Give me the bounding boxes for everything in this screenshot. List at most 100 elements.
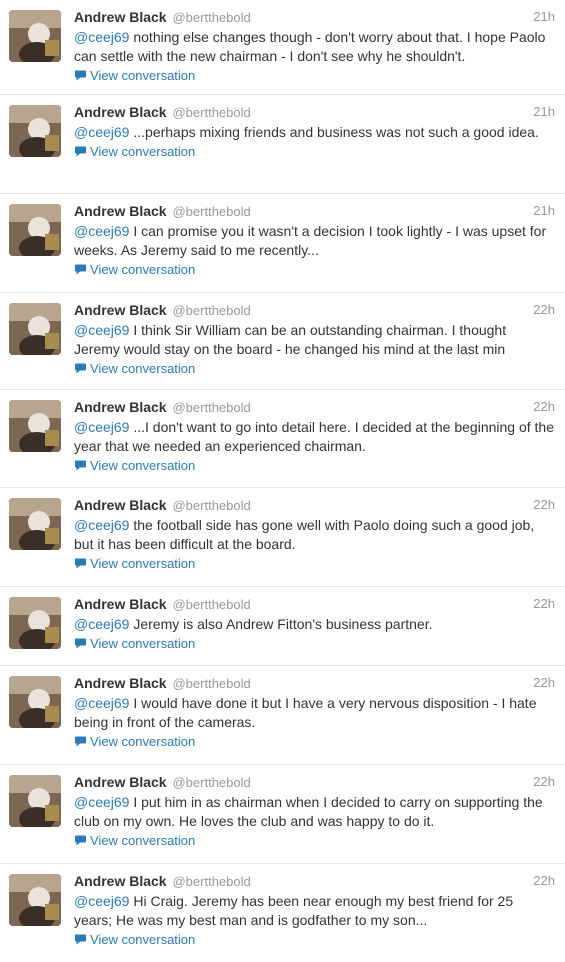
- view-conversation-link[interactable]: View conversation: [74, 733, 555, 751]
- user-name[interactable]: Andrew Black: [74, 497, 167, 513]
- view-conversation-link[interactable]: View conversation: [74, 360, 555, 378]
- user-handle[interactable]: @bertthebold: [172, 874, 250, 889]
- user-handle[interactable]: @bertthebold: [172, 676, 250, 691]
- timestamp[interactable]: 22h: [533, 872, 555, 890]
- tweet-text: @ceej69 the football side has gone well …: [74, 516, 555, 554]
- avatar[interactable]: [9, 105, 61, 157]
- tweet[interactable]: Andrew Black @bertthebold 22h @ceej69 Je…: [0, 587, 565, 666]
- tweet-header: Andrew Black @bertthebold: [74, 872, 555, 891]
- mention-link[interactable]: @ceej69: [74, 517, 129, 533]
- timestamp[interactable]: 21h: [533, 103, 555, 121]
- tweet-text: @ceej69 ...I don't want to go into detai…: [74, 418, 555, 456]
- timestamp[interactable]: 21h: [533, 8, 555, 26]
- view-conversation-link[interactable]: View conversation: [74, 635, 555, 653]
- speech-bubble-icon: [75, 146, 86, 157]
- tweet[interactable]: Andrew Black @bertthebold 21h @ceej69 ..…: [0, 95, 565, 194]
- user-name[interactable]: Andrew Black: [74, 873, 167, 889]
- speech-bubble-icon: [75, 70, 86, 81]
- timestamp[interactable]: 22h: [533, 674, 555, 692]
- tweet-text: @ceej69 ...perhaps mixing friends and bu…: [74, 123, 555, 142]
- timestamp[interactable]: 22h: [533, 301, 555, 319]
- user-handle[interactable]: @bertthebold: [172, 775, 250, 790]
- tweet-body: I would have done it but I have a very n…: [74, 695, 537, 730]
- avatar[interactable]: [9, 676, 61, 728]
- tweet-text: @ceej69 nothing else changes though - do…: [74, 28, 555, 66]
- view-conversation-link[interactable]: View conversation: [74, 555, 555, 573]
- mention-link[interactable]: @ceej69: [74, 322, 129, 338]
- mention-link[interactable]: @ceej69: [74, 794, 129, 810]
- view-conversation-label: View conversation: [90, 636, 196, 651]
- tweet-timeline: Andrew Black @bertthebold 21h @ceej69 no…: [0, 0, 565, 962]
- tweet-header: Andrew Black @bertthebold: [74, 674, 555, 693]
- user-name[interactable]: Andrew Black: [74, 774, 167, 790]
- view-conversation-link[interactable]: View conversation: [74, 143, 555, 161]
- speech-bubble-icon: [75, 736, 86, 747]
- mention-link[interactable]: @ceej69: [74, 419, 129, 435]
- avatar[interactable]: [9, 400, 61, 452]
- view-conversation-label: View conversation: [90, 734, 196, 749]
- user-name[interactable]: Andrew Black: [74, 302, 167, 318]
- tweet-body: I put him in as chairman when I decided …: [74, 794, 543, 829]
- tweet-header: Andrew Black @bertthebold: [74, 103, 555, 122]
- view-conversation-label: View conversation: [90, 144, 196, 159]
- tweet[interactable]: Andrew Black @bertthebold 21h @ceej69 I …: [0, 194, 565, 293]
- tweet-header: Andrew Black @bertthebold: [74, 773, 555, 792]
- timestamp[interactable]: 22h: [533, 496, 555, 514]
- view-conversation-link[interactable]: View conversation: [74, 261, 555, 279]
- user-handle[interactable]: @bertthebold: [172, 10, 250, 25]
- tweet[interactable]: Andrew Black @bertthebold 22h @ceej69 Hi…: [0, 864, 565, 962]
- mention-link[interactable]: @ceej69: [74, 616, 129, 632]
- view-conversation-link[interactable]: View conversation: [74, 832, 555, 850]
- view-conversation-label: View conversation: [90, 262, 196, 277]
- mention-link[interactable]: @ceej69: [74, 695, 129, 711]
- user-handle[interactable]: @bertthebold: [172, 303, 250, 318]
- user-handle[interactable]: @bertthebold: [172, 498, 250, 513]
- user-handle[interactable]: @bertthebold: [172, 400, 250, 415]
- user-name[interactable]: Andrew Black: [74, 596, 167, 612]
- tweet[interactable]: Andrew Black @bertthebold 21h @ceej69 no…: [0, 0, 565, 95]
- view-conversation-label: View conversation: [90, 68, 196, 83]
- user-handle[interactable]: @bertthebold: [172, 204, 250, 219]
- user-name[interactable]: Andrew Black: [74, 675, 167, 691]
- avatar[interactable]: [9, 498, 61, 550]
- tweet-body: ...I don't want to go into detail here. …: [74, 419, 554, 454]
- avatar[interactable]: [9, 775, 61, 827]
- mention-link[interactable]: @ceej69: [74, 124, 129, 140]
- user-name[interactable]: Andrew Black: [74, 203, 167, 219]
- tweet[interactable]: Andrew Black @bertthebold 22h @ceej69 I …: [0, 666, 565, 765]
- tweet[interactable]: Andrew Black @bertthebold 22h @ceej69 th…: [0, 488, 565, 587]
- user-name[interactable]: Andrew Black: [74, 104, 167, 120]
- tweet-header: Andrew Black @bertthebold: [74, 595, 555, 614]
- view-conversation-link[interactable]: View conversation: [74, 457, 555, 475]
- avatar[interactable]: [9, 303, 61, 355]
- view-conversation-label: View conversation: [90, 932, 196, 947]
- tweet[interactable]: Andrew Black @bertthebold 22h @ceej69 I …: [0, 765, 565, 864]
- tweet-text: @ceej69 Jeremy is also Andrew Fitton's b…: [74, 615, 555, 634]
- mention-link[interactable]: @ceej69: [74, 29, 129, 45]
- timestamp[interactable]: 22h: [533, 398, 555, 416]
- timestamp[interactable]: 22h: [533, 773, 555, 791]
- view-conversation-label: View conversation: [90, 458, 196, 473]
- avatar[interactable]: [9, 204, 61, 256]
- tweet-body: Jeremy is also Andrew Fitton's business …: [129, 616, 433, 632]
- tweet-body: I can promise you it wasn't a decision I…: [74, 223, 547, 258]
- user-handle[interactable]: @bertthebold: [172, 597, 250, 612]
- view-conversation-link[interactable]: View conversation: [74, 67, 555, 85]
- mention-link[interactable]: @ceej69: [74, 893, 129, 909]
- tweet-body: the football side has gone well with Pao…: [74, 517, 535, 552]
- tweet[interactable]: Andrew Black @bertthebold 22h @ceej69 I …: [0, 293, 565, 390]
- user-handle[interactable]: @bertthebold: [172, 105, 250, 120]
- timestamp[interactable]: 22h: [533, 595, 555, 613]
- view-conversation-label: View conversation: [90, 361, 196, 376]
- avatar[interactable]: [9, 10, 61, 62]
- speech-bubble-icon: [75, 835, 86, 846]
- tweet-text: @ceej69 I think Sir William can be an ou…: [74, 321, 555, 359]
- tweet[interactable]: Andrew Black @bertthebold 22h @ceej69 ..…: [0, 390, 565, 488]
- timestamp[interactable]: 21h: [533, 202, 555, 220]
- user-name[interactable]: Andrew Black: [74, 9, 167, 25]
- view-conversation-link[interactable]: View conversation: [74, 931, 555, 949]
- avatar[interactable]: [9, 874, 61, 926]
- avatar[interactable]: [9, 597, 61, 649]
- mention-link[interactable]: @ceej69: [74, 223, 129, 239]
- user-name[interactable]: Andrew Black: [74, 399, 167, 415]
